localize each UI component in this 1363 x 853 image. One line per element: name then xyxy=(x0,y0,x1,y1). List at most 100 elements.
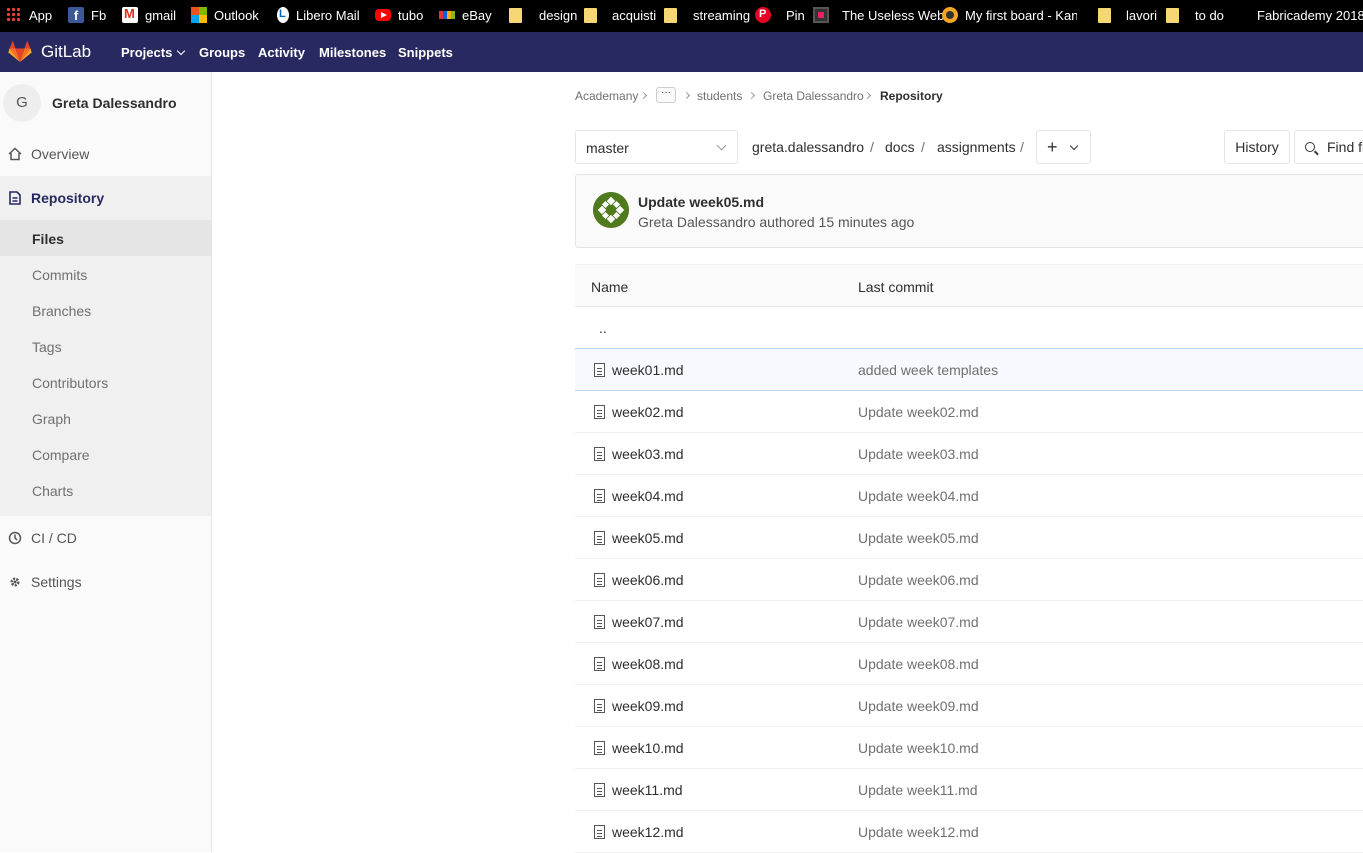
parent-directory-row[interactable]: .. xyxy=(575,307,1363,349)
commit-meta: Greta Dalessandro authored 15 minutes ag… xyxy=(638,214,915,230)
bookmark-design[interactable]: design xyxy=(509,0,577,30)
file-text-icon xyxy=(594,615,605,629)
bookmark-acquisti[interactable]: acquisti xyxy=(584,0,656,30)
bookmark-outlook[interactable]: Outlook xyxy=(191,0,259,30)
sidebar-item-overview[interactable]: Overview xyxy=(0,142,211,166)
file-text-icon xyxy=(594,657,605,671)
file-name-link[interactable]: week09.md xyxy=(612,698,684,714)
table-row[interactable]: week03.md Update week03.md xyxy=(575,433,1363,475)
bookmark-pin[interactable]: Pin xyxy=(755,0,805,30)
file-name-link[interactable]: week04.md xyxy=(612,488,684,504)
table-row[interactable]: week08.md Update week08.md xyxy=(575,643,1363,685)
nav-milestones[interactable]: Milestones xyxy=(319,45,386,60)
file-last-commit-link[interactable]: Update week04.md xyxy=(858,488,979,504)
folder-icon xyxy=(584,7,597,23)
table-row[interactable]: week01.md added week templates xyxy=(575,349,1363,391)
table-row[interactable]: week09.md Update week09.md xyxy=(575,685,1363,727)
sidebar-item-commits[interactable]: Commits xyxy=(32,267,87,283)
sidebar-item-ci-cd[interactable]: CI / CD xyxy=(0,526,211,550)
sidebar-item-charts[interactable]: Charts xyxy=(32,483,73,499)
file-last-commit-link[interactable]: Update week09.md xyxy=(858,698,979,714)
history-button[interactable]: History xyxy=(1224,130,1290,164)
bookmark-streaming[interactable]: streaming xyxy=(664,0,750,30)
libero-icon xyxy=(277,7,289,23)
file-name-link[interactable]: week07.md xyxy=(612,614,684,630)
table-row[interactable]: week11.md Update week11.md xyxy=(575,769,1363,811)
breadcrumb-more-button[interactable]: ··· xyxy=(656,87,676,103)
file-name-link[interactable]: week08.md xyxy=(612,656,684,672)
bookmark-gmail[interactable]: gmail xyxy=(122,0,176,30)
bookmark-fabricademy[interactable]: Fabricademy 2018-2 xyxy=(1257,0,1363,30)
file-last-commit-link[interactable]: Update week08.md xyxy=(858,656,979,672)
nav-groups[interactable]: Groups xyxy=(199,45,245,60)
breadcrumb-students[interactable]: students xyxy=(697,89,742,103)
breadcrumb-greta-dalessandro[interactable]: Greta Dalessandro xyxy=(763,89,864,103)
file-last-commit-link[interactable]: Update week11.md xyxy=(858,782,978,798)
bookmark-libero-mail[interactable]: Libero Mail xyxy=(277,0,360,30)
table-row[interactable]: week07.md Update week07.md xyxy=(575,601,1363,643)
table-row[interactable]: week02.md Update week02.md xyxy=(575,391,1363,433)
bookmark-to-do[interactable]: to do xyxy=(1166,0,1224,30)
bookmark-tubo[interactable]: tubo xyxy=(375,0,423,30)
project-avatar[interactable]: G xyxy=(3,84,41,122)
column-header-last-commit: Last commit xyxy=(858,279,934,295)
file-last-commit-link[interactable]: added week templates xyxy=(858,362,998,378)
author-avatar[interactable] xyxy=(593,192,629,228)
file-last-commit-link[interactable]: Update week03.md xyxy=(858,446,979,462)
file-name-link[interactable]: week06.md xyxy=(612,572,684,588)
sidebar-repository-group: Repository Files Commits Branches Tags C… xyxy=(0,176,211,516)
bookmark-useless-web[interactable]: The Useless Web xyxy=(813,0,944,30)
add-to-tree-button[interactable]: + xyxy=(1036,130,1091,164)
path-segment-assignments[interactable]: assignments xyxy=(937,139,1016,155)
folder-icon xyxy=(509,7,522,23)
file-last-commit-link[interactable]: Update week06.md xyxy=(858,572,979,588)
sidebar-item-contributors[interactable]: Contributors xyxy=(32,375,108,391)
bookmark-kanban[interactable]: My first board - Kanb xyxy=(942,0,1077,30)
gitlab-logo-icon[interactable] xyxy=(8,40,32,64)
nav-snippets[interactable]: Snippets xyxy=(398,45,453,60)
bookmark-lavori[interactable]: lavori xyxy=(1098,0,1157,30)
file-last-commit-link[interactable]: Update week07.md xyxy=(858,614,979,630)
bookmark-app[interactable]: App xyxy=(6,0,52,30)
nav-projects[interactable]: Projects xyxy=(121,45,186,60)
commit-title[interactable]: Update week05.md xyxy=(638,194,764,210)
sidebar-item-branches[interactable]: Branches xyxy=(32,303,91,319)
path-separator: / xyxy=(1020,139,1024,155)
bookmark-fb[interactable]: f Fb xyxy=(68,0,106,30)
file-last-commit-link[interactable]: Update week12.md xyxy=(858,824,979,840)
file-name-link[interactable]: week10.md xyxy=(612,740,684,756)
file-name-link[interactable]: week01.md xyxy=(612,362,684,378)
table-row[interactable]: week05.md Update week05.md xyxy=(575,517,1363,559)
sidebar-item-files[interactable]: Files xyxy=(32,231,64,247)
file-text-icon xyxy=(594,741,605,755)
file-last-commit-link[interactable]: Update week10.md xyxy=(858,740,979,756)
chevron-right-icon xyxy=(747,91,756,100)
file-last-commit-link[interactable]: Update week05.md xyxy=(858,530,979,546)
sidebar-item-repository[interactable]: Repository xyxy=(0,186,211,210)
bookmark-ebay[interactable]: eBay xyxy=(439,0,492,30)
path-segment-docs[interactable]: docs xyxy=(885,139,915,155)
folder-icon xyxy=(1098,7,1111,23)
nav-activity[interactable]: Activity xyxy=(258,45,305,60)
file-name-link[interactable]: week12.md xyxy=(612,824,684,840)
file-name-link[interactable]: week11.md xyxy=(612,782,683,798)
project-name[interactable]: Greta Dalessandro xyxy=(52,95,177,111)
path-segment-repo[interactable]: greta.dalessandro xyxy=(752,139,864,155)
sidebar-item-compare[interactable]: Compare xyxy=(32,447,90,463)
sidebar-item-tags[interactable]: Tags xyxy=(32,339,62,355)
table-row[interactable]: week04.md Update week04.md xyxy=(575,475,1363,517)
sidebar-item-graph[interactable]: Graph xyxy=(32,411,71,427)
file-last-commit-link[interactable]: Update week02.md xyxy=(858,404,979,420)
table-row[interactable]: week10.md Update week10.md xyxy=(575,727,1363,769)
gitlab-brand[interactable]: GitLab xyxy=(41,42,91,62)
file-text-icon xyxy=(594,573,605,587)
file-name-link[interactable]: week03.md xyxy=(612,446,684,462)
file-name-link[interactable]: week02.md xyxy=(612,404,684,420)
file-name-link[interactable]: week05.md xyxy=(612,530,684,546)
table-row[interactable]: week06.md Update week06.md xyxy=(575,559,1363,601)
sidebar-item-settings[interactable]: Settings xyxy=(0,570,211,594)
table-row[interactable]: week12.md Update week12.md xyxy=(575,811,1363,853)
branch-selector[interactable]: master xyxy=(575,130,738,164)
breadcrumb-academany[interactable]: Academany xyxy=(575,89,638,103)
find-file-button[interactable]: Find file xyxy=(1294,130,1363,164)
